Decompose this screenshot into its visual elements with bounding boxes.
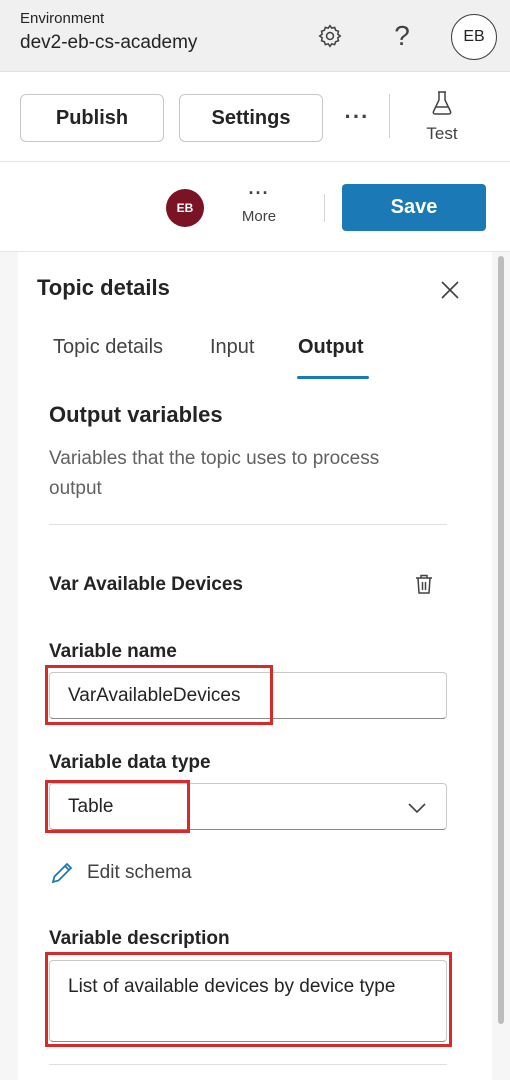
selected-tab-indicator — [297, 376, 369, 379]
publish-button[interactable]: Publish — [20, 94, 164, 142]
more-icon: ··· — [248, 183, 270, 203]
save-bar: EB ··· More Save — [0, 162, 510, 252]
toolbar-divider — [389, 94, 390, 138]
variable-type-label: Variable data type — [49, 752, 211, 773]
tab-list: Topic details Input Output — [37, 332, 457, 380]
panel-title: Topic details — [37, 275, 170, 300]
bottom-divider — [49, 1064, 447, 1065]
chevron-down-icon — [408, 803, 426, 814]
tab-input[interactable]: Input — [210, 336, 254, 359]
environment-label: Environment — [20, 10, 105, 27]
edit-schema-link[interactable]: Edit schema — [49, 858, 192, 888]
panel-scrollbar[interactable] — [498, 256, 504, 1024]
variable-description-label: Variable description — [49, 928, 230, 949]
variable-title: Var Available Devices — [49, 574, 243, 595]
settings-gear-icon[interactable] — [308, 14, 352, 58]
help-icon[interactable]: ? — [380, 14, 424, 58]
user-avatar[interactable]: EB — [451, 14, 497, 60]
tab-topic-details[interactable]: Topic details — [53, 336, 163, 359]
tab-output[interactable]: Output — [298, 336, 364, 359]
test-button[interactable]: Test — [410, 88, 474, 148]
save-button[interactable]: Save — [342, 184, 486, 231]
topic-details-panel: Topic details Topic details Input Output… — [0, 252, 510, 1080]
close-icon[interactable] — [436, 276, 464, 304]
highlight-box-variable-type — [45, 780, 190, 833]
variable-name-label: Variable name — [49, 641, 177, 662]
more-label: More — [241, 208, 277, 225]
pencil-icon — [51, 862, 73, 884]
section-title: Output variables — [49, 402, 223, 427]
settings-button[interactable]: Settings — [179, 94, 323, 142]
environment-header: Environment dev2-eb-cs-academy ? EB — [0, 0, 510, 72]
command-bar: Publish Settings ··· Test — [0, 72, 510, 162]
flask-icon — [432, 91, 452, 115]
section-divider — [49, 524, 447, 525]
collaborator-avatar[interactable]: EB — [166, 189, 204, 227]
highlight-box-variable-name — [45, 665, 273, 725]
more-options-icon[interactable]: ··· — [340, 100, 374, 134]
save-bar-divider — [324, 194, 325, 222]
more-button[interactable]: ··· More — [232, 184, 286, 234]
environment-name[interactable]: dev2-eb-cs-academy — [20, 32, 197, 54]
test-label: Test — [426, 124, 458, 143]
section-description: Variables that the topic uses to process… — [49, 448, 380, 499]
delete-icon[interactable] — [410, 570, 438, 598]
highlight-box-variable-description — [45, 952, 452, 1047]
edit-schema-label: Edit schema — [87, 862, 192, 883]
